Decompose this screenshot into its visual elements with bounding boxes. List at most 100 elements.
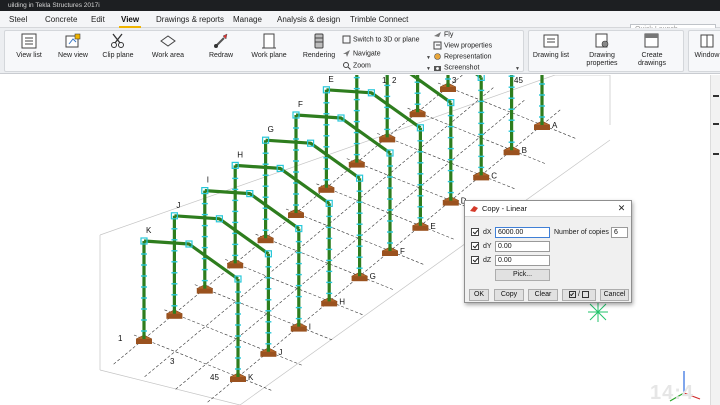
grid-line (133, 334, 274, 392)
footing-side (318, 187, 335, 193)
work-area-icon (160, 35, 176, 47)
rendering-button[interactable]: Rendering (302, 32, 336, 70)
redraw-button[interactable]: Redraw (205, 32, 237, 70)
unchecked-box-icon (581, 290, 589, 298)
drawing-list-icon (543, 34, 559, 48)
footing-side (166, 313, 183, 319)
pick-button[interactable]: Pick... (495, 269, 550, 281)
grid-label-f: F (400, 247, 405, 256)
footing-side (409, 112, 426, 118)
menu-trimble-connect[interactable]: Trimble Connect (350, 11, 408, 28)
clip-plane-button[interactable]: Clip plane (100, 32, 136, 70)
model-boundary-line (99, 369, 241, 405)
create-drawings-button[interactable]: Create drawings (634, 32, 670, 70)
new-view-button[interactable]: New view (56, 32, 90, 70)
create-drawings-icon (644, 33, 659, 48)
dy-input[interactable]: 0.00 (495, 241, 550, 252)
vertical-scrollbar[interactable] (710, 75, 720, 405)
footing-side (534, 125, 550, 130)
representation-button[interactable]: Representation (433, 52, 491, 62)
grid-label-e-far: E (328, 75, 333, 84)
switch-3d-button[interactable]: Switch to 3D or plane (342, 35, 420, 45)
menu-view[interactable]: View (118, 11, 142, 28)
grid-label-f-far: F (298, 100, 303, 109)
footing-side (412, 225, 429, 231)
menu-steel[interactable]: Steel (9, 11, 27, 28)
dx-label: dX (483, 229, 492, 236)
dx-input[interactable]: 6000.00 (495, 227, 550, 238)
menu-concrete[interactable]: Concrete (45, 11, 77, 28)
properties-icon (433, 41, 442, 50)
chevron-down-icon[interactable]: ▼ (515, 66, 520, 72)
cube-icon (342, 35, 351, 44)
work-area-button[interactable]: Work area (150, 32, 186, 70)
rendering-icon (314, 33, 324, 49)
zoom-button[interactable]: Zoom (342, 61, 371, 71)
ribbon: View list New view Clip plane Work area … (0, 28, 720, 74)
steel-rafter[interactable] (356, 63, 452, 104)
menu-edit[interactable]: Edit (91, 11, 105, 28)
menu-drawings-reports[interactable]: Drawings & reports (156, 11, 224, 28)
dialog-title-bar[interactable]: Copy - Linear ✕ (465, 201, 631, 217)
drawing-properties-button[interactable]: Drawing properties (582, 32, 622, 70)
menu-manage[interactable]: Manage (233, 11, 262, 28)
windows-button[interactable]: Window (694, 32, 720, 70)
grid-label-e: E (430, 222, 435, 231)
fly-button[interactable]: Fly (433, 30, 453, 40)
dialog-title: Copy - Linear (482, 204, 528, 213)
cancel-button[interactable]: Cancel (600, 289, 629, 301)
close-icon[interactable]: ✕ (616, 203, 627, 214)
dy-label: dY (483, 243, 492, 250)
grid-number-label: 1 (118, 334, 123, 343)
video-timestamp-watermark: 14:4 (650, 382, 695, 404)
clear-button[interactable]: Clear (528, 289, 558, 301)
dz-label: dZ (483, 257, 492, 264)
copies-input[interactable]: 6 (611, 227, 628, 238)
dz-checkbox[interactable] (471, 256, 479, 264)
zoom-icon (343, 62, 351, 70)
grid-line (113, 71, 467, 365)
toggle-filter-button[interactable]: / (562, 289, 596, 301)
footing-side (473, 175, 490, 181)
work-plane-button[interactable]: Work plane (250, 32, 288, 70)
drawing-properties-icon (595, 33, 609, 48)
view-properties-button[interactable]: View properties (433, 41, 492, 51)
copy-linear-dialog: Copy - Linear ✕ dX 6000.00 Number of cop… (464, 200, 632, 303)
chevron-down-icon[interactable]: ▼ (426, 66, 431, 72)
footing-side (290, 326, 307, 332)
menu-bar: Steel Concrete Edit View Drawings & repo… (0, 11, 720, 36)
grid-line (194, 284, 334, 341)
grid-line (144, 86, 495, 377)
grid-label-c: C (491, 171, 497, 180)
screenshot-button[interactable]: Screenshot (433, 63, 479, 73)
navigate-icon (343, 50, 350, 57)
grid-label-k: K (248, 373, 254, 382)
ok-button[interactable]: OK (469, 289, 489, 301)
scissors-icon (111, 33, 124, 48)
dz-input[interactable]: 0.00 (495, 255, 550, 266)
copy-button[interactable]: Copy (494, 289, 524, 301)
chevron-down-icon[interactable]: ▼ (426, 55, 431, 61)
footing-side (260, 351, 277, 357)
grid-label-j: J (278, 348, 282, 357)
grid-line (285, 208, 426, 266)
footing-side (257, 238, 274, 244)
steel-rafter[interactable] (387, 37, 483, 79)
menu-analysis-design[interactable]: Analysis & design (277, 11, 340, 28)
grid-label-a: A (552, 121, 558, 130)
drawing-list-button[interactable]: Drawing list (532, 32, 570, 70)
footing-side (442, 200, 459, 206)
grid-line (255, 233, 395, 291)
grid-number-label-top: 3 (452, 76, 457, 85)
dx-checkbox[interactable] (471, 228, 479, 236)
navigate-button[interactable]: Navigate (342, 49, 381, 59)
view-list-button[interactable]: View list (12, 32, 46, 70)
footing-side (227, 263, 244, 269)
window-title-bar: uilding in Tekla Structures 2017i (0, 0, 720, 11)
work-plane-icon (262, 33, 276, 49)
footing-side (503, 150, 520, 156)
dy-checkbox[interactable] (471, 242, 479, 250)
fly-icon (434, 32, 441, 37)
grid-line (225, 259, 365, 316)
grid-label-h: H (339, 297, 345, 306)
